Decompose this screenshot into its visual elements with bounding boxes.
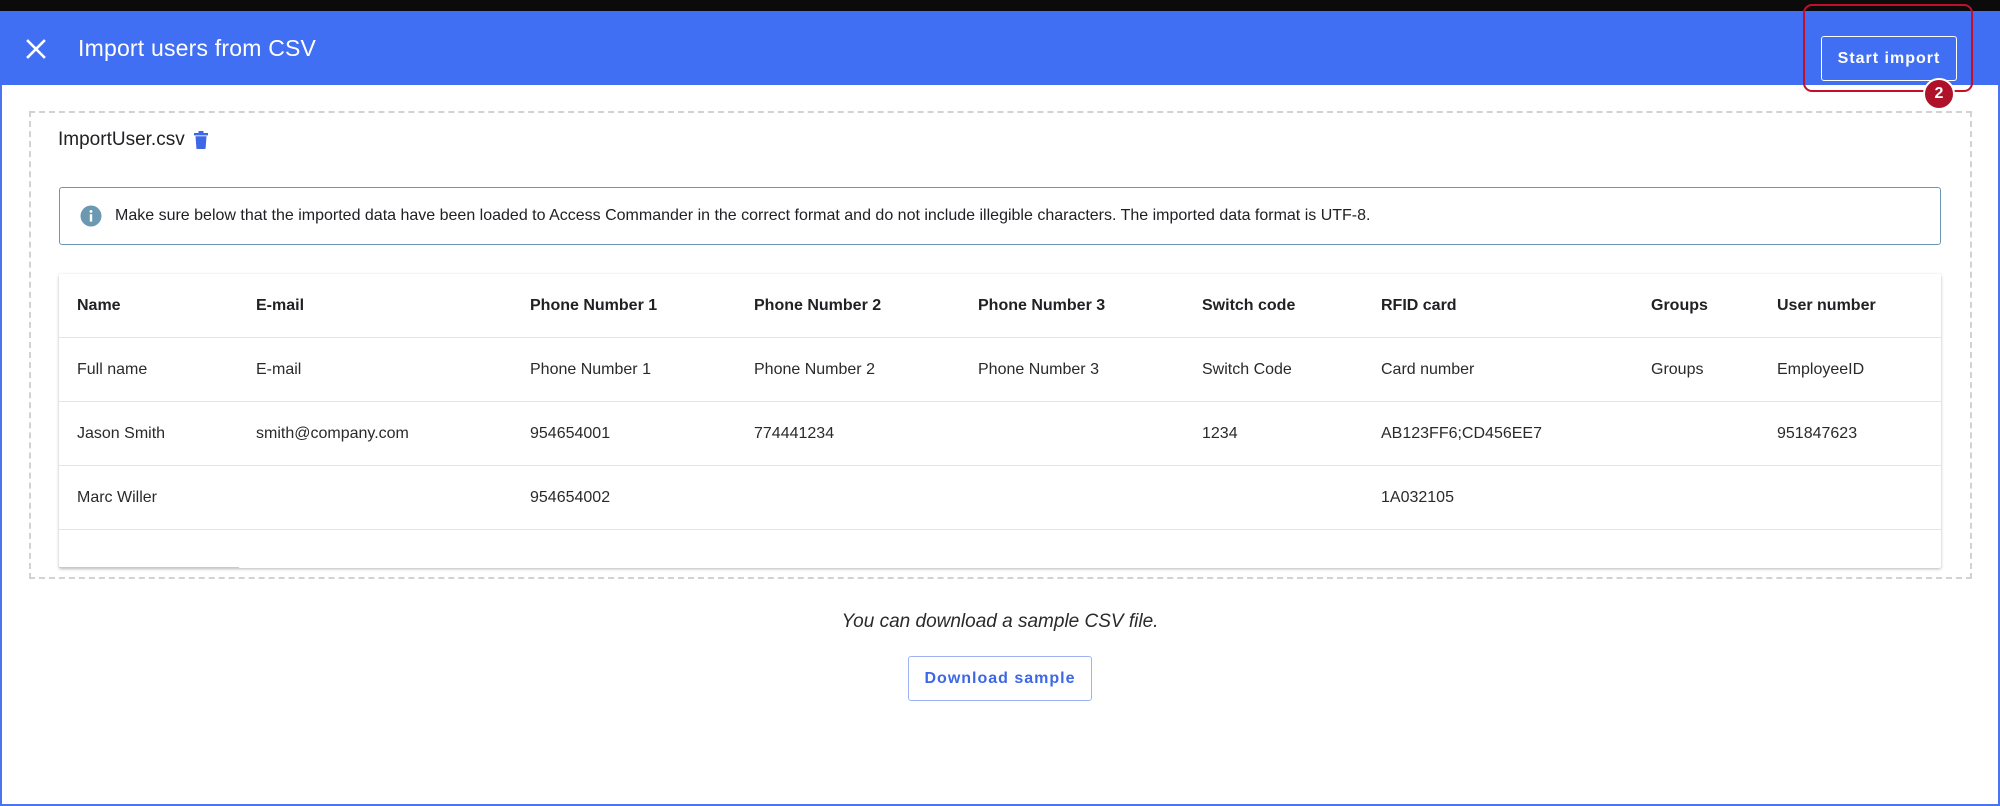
- info-icon: [80, 205, 102, 227]
- column-header: Switch code: [1184, 274, 1363, 338]
- table-cell: Switch Code: [1184, 337, 1363, 402]
- delete-file-button[interactable]: [193, 131, 209, 149]
- table-header-row: Name E-mail Phone Number 1 Phone Number …: [59, 274, 1941, 338]
- table-cell: smith@company.com: [238, 401, 512, 466]
- preview-table: Name E-mail Phone Number 1 Phone Number …: [59, 274, 1941, 530]
- table-cell: Phone Number 2: [736, 337, 960, 402]
- dialog-header: Import users from CSV Start import: [0, 11, 2000, 85]
- table-cell: Marc Willer: [59, 465, 238, 530]
- table-cell: Groups: [1633, 337, 1759, 402]
- table-cell: [736, 465, 960, 530]
- table-cell: [238, 465, 512, 530]
- column-header: Phone Number 2: [736, 274, 960, 338]
- table-footer: [59, 527, 1941, 568]
- table-cell: [960, 465, 1184, 530]
- step-badge: 2: [1923, 78, 1955, 110]
- download-sample-button[interactable]: Download sample: [908, 656, 1092, 701]
- table-cell: 951847623: [1759, 401, 1941, 466]
- table-cell: E-mail: [238, 337, 512, 402]
- info-text: Make sure below that the imported data h…: [115, 207, 1371, 224]
- column-header: Name: [59, 274, 238, 338]
- horizontal-scrollbar-thumb[interactable]: [59, 567, 239, 568]
- table-cell: [1759, 465, 1941, 530]
- table-cell: [1633, 401, 1759, 466]
- preview-table-card: Name E-mail Phone Number 1 Phone Number …: [59, 274, 1941, 568]
- step-highlight-frame: [1803, 4, 1973, 92]
- table-row: Marc Willer 954654002 1A032105: [59, 465, 1941, 530]
- table-cell: 1234: [1184, 401, 1363, 466]
- table-cell: [1184, 465, 1363, 530]
- table-cell: Phone Number 3: [960, 337, 1184, 402]
- table-cell: [1633, 465, 1759, 530]
- file-name: ImportUser.csv: [58, 129, 185, 150]
- close-icon: [26, 39, 46, 59]
- dialog-title: Import users from CSV: [78, 35, 317, 61]
- table-cell: 1A032105: [1363, 465, 1633, 530]
- column-header: Phone Number 1: [512, 274, 736, 338]
- table-cell: 774441234: [736, 401, 960, 466]
- table-cell: Full name: [59, 337, 238, 402]
- column-header: Groups: [1633, 274, 1759, 338]
- table-row: Jason Smith smith@company.com 954654001 …: [59, 401, 1941, 466]
- table-row: Full name E-mail Phone Number 1 Phone Nu…: [59, 337, 1941, 402]
- table-cell: Jason Smith: [59, 401, 238, 466]
- table-cell: Card number: [1363, 337, 1633, 402]
- table-cell: 954654002: [512, 465, 736, 530]
- trash-icon: [194, 131, 208, 149]
- column-header: Phone Number 3: [960, 274, 1184, 338]
- info-banner: Make sure below that the imported data h…: [59, 187, 1941, 245]
- sample-hint-text: You can download a sample CSV file.: [841, 611, 1159, 632]
- column-header: RFID card: [1363, 274, 1633, 338]
- column-header: E-mail: [238, 274, 512, 338]
- table-cell: 954654001: [512, 401, 736, 466]
- table-cell: AB123FF6;CD456EE7: [1363, 401, 1633, 466]
- top-strip: [0, 0, 2000, 11]
- table-cell: EmployeeID: [1759, 337, 1941, 402]
- close-button[interactable]: [22, 35, 50, 63]
- table-cell: Phone Number 1: [512, 337, 736, 402]
- table-cell: [960, 401, 1184, 466]
- column-header: User number: [1759, 274, 1941, 338]
